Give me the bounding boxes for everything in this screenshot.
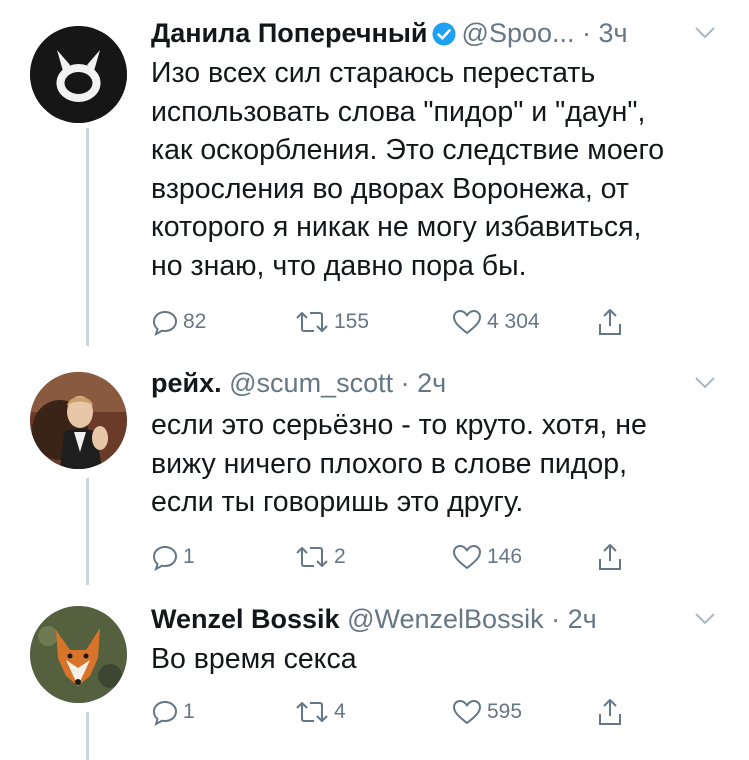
tweet-header: рейх. @scum_scott · 2ч xyxy=(151,366,446,400)
author-name[interactable]: рейх. xyxy=(151,368,222,398)
separator-dot: · xyxy=(574,18,599,48)
share-button[interactable] xyxy=(597,692,623,732)
retweet-icon xyxy=(296,547,328,567)
share-button[interactable] xyxy=(597,302,623,342)
tweet-text: Изо всех сил стараюсь перестать использо… xyxy=(151,54,731,286)
share-icon xyxy=(599,699,621,725)
tweet-text-line: взросления во дворах Воронежа, от xyxy=(151,172,629,205)
avatar[interactable] xyxy=(30,26,127,123)
timestamp[interactable]: 2ч xyxy=(417,368,446,398)
tweet-text-line: использовать слова "пидор" и "даун", xyxy=(151,95,646,128)
share-icon xyxy=(599,544,621,570)
like-icon xyxy=(453,310,481,334)
separator-dot: · xyxy=(543,604,568,634)
tweet-header: Wenzel Bossik @WenzelBossik · 2ч xyxy=(151,602,597,636)
retweet-button[interactable]: 2 xyxy=(294,537,346,577)
avatar-logo-icon xyxy=(30,26,127,123)
retweet-icon xyxy=(296,312,328,332)
like-icon xyxy=(453,700,481,724)
avatar[interactable] xyxy=(30,606,127,703)
tweet-header: Данила Поперечный @Spoo... · 3ч xyxy=(151,16,628,54)
reply-icon xyxy=(152,700,178,726)
chevron-down-icon[interactable] xyxy=(694,612,716,631)
reply-button[interactable]: 1 xyxy=(151,537,195,577)
retweet-button[interactable]: 155 xyxy=(294,302,369,342)
reply-icon xyxy=(152,310,178,336)
reply-icon xyxy=(152,545,178,571)
like-button[interactable]: 595 xyxy=(451,692,522,732)
tweet-actions: 1 2 146 xyxy=(151,537,651,577)
author-name[interactable]: Данила Поперечный xyxy=(151,18,428,48)
author-handle[interactable]: @Spoo... xyxy=(462,18,575,48)
avatar-photo-icon xyxy=(30,372,127,469)
tweet-text-line: которого я никак не могу избавиться, xyxy=(151,211,642,244)
share-button[interactable] xyxy=(597,537,623,577)
share-icon xyxy=(599,309,621,335)
retweet-icon xyxy=(296,702,328,722)
tweet-text-line: но знаю, что давно пора бы. xyxy=(151,249,527,282)
like-icon xyxy=(453,545,481,569)
retweet-count: 4 xyxy=(334,700,346,723)
tweet-text: если это серьёзно - то круто. хотя, не в… xyxy=(151,406,731,522)
reply-button[interactable]: 82 xyxy=(151,302,206,342)
tweet-text-line: если ты говоришь это другу. xyxy=(151,486,524,519)
reply-count: 1 xyxy=(183,545,195,568)
timestamp[interactable]: 2ч xyxy=(568,604,597,634)
chevron-down-icon[interactable] xyxy=(694,376,716,395)
like-count: 146 xyxy=(487,545,523,568)
like-button[interactable]: 146 xyxy=(451,537,522,577)
tweet-text-line: Изо всех сил стараюсь перестать xyxy=(151,57,596,89)
tweet[interactable]: Данила Поперечный @Spoo... · 3ч Изо всех … xyxy=(0,0,749,350)
retweet-button[interactable]: 4 xyxy=(294,692,346,732)
author-handle-text: @WenzelBossik xyxy=(347,604,544,634)
avatar[interactable] xyxy=(30,372,127,469)
chevron-down-icon[interactable] xyxy=(694,26,716,45)
author-name[interactable]: Wenzel Bossik xyxy=(151,604,340,634)
tweet-actions: 1 4 595 xyxy=(151,692,651,732)
retweet-count: 2 xyxy=(334,545,346,568)
reply-count: 1 xyxy=(183,700,195,723)
author-handle-text: @scum_scott xyxy=(229,368,394,398)
reply-count: 82 xyxy=(183,310,207,333)
retweet-count: 155 xyxy=(334,310,370,333)
tweet[interactable]: Wenzel Bossik @WenzelBossik · 2ч Во врем… xyxy=(0,586,749,760)
separator-dot: · xyxy=(393,368,418,398)
like-count: 4 304 xyxy=(487,310,540,333)
tweet-text-line: как оскорбления. Это следствие моего xyxy=(151,134,665,167)
tweet-actions: 82 155 4 304 xyxy=(151,302,651,342)
author-handle[interactable]: @WenzelBossik xyxy=(340,604,544,634)
reply-button[interactable]: 1 xyxy=(151,692,195,732)
like-count: 595 xyxy=(487,700,523,723)
timestamp[interactable]: 3ч xyxy=(599,18,628,48)
verified-badge-icon xyxy=(432,20,456,54)
tweet-text: Во время секса xyxy=(151,640,731,679)
like-button[interactable]: 4 304 xyxy=(451,302,540,342)
avatar-fox-icon xyxy=(30,606,127,703)
tweet[interactable]: рейх. @scum_scott · 2ч если это серьёзно… xyxy=(0,350,749,586)
tweet-text-line: Во время секса xyxy=(151,643,357,675)
tweet-text-line: если это серьёзно - то круто. хотя, не xyxy=(151,409,647,441)
author-handle[interactable]: @scum_scott xyxy=(222,368,393,398)
tweet-text-line: вижу ничего плохого в слове пидор, xyxy=(151,447,628,480)
